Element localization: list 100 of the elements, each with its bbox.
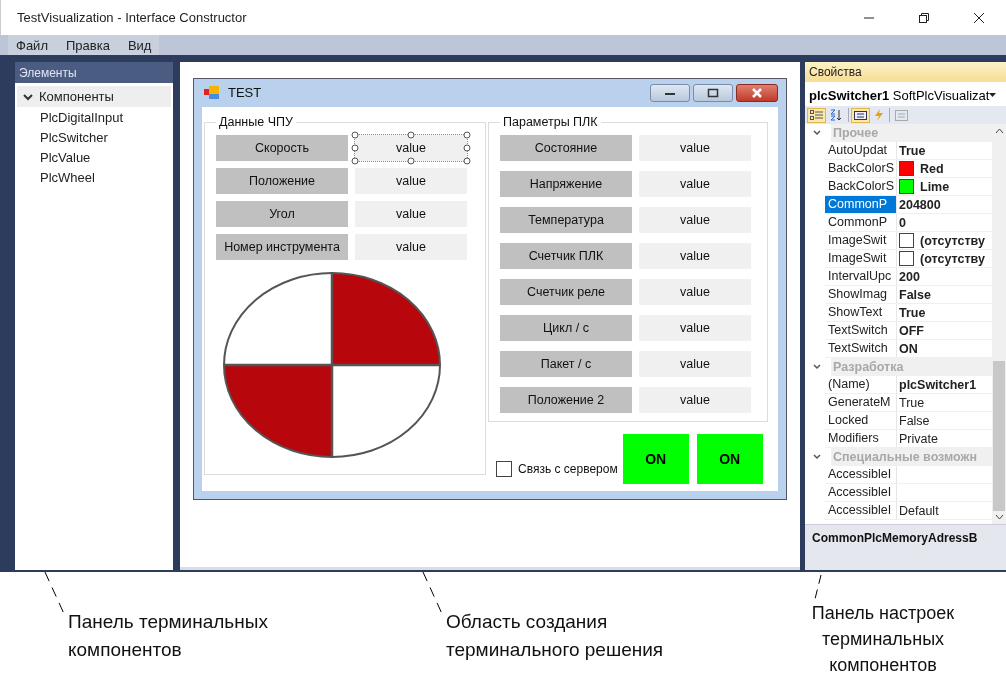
- annotation-text: Панель терминальных компонентов: [68, 610, 269, 662]
- property-name[interactable]: AccessibleI: [825, 466, 897, 483]
- parameter-label[interactable]: Пакет / с: [500, 351, 632, 377]
- close-icon[interactable]: [972, 11, 985, 24]
- parameter-label[interactable]: Напряжение: [500, 171, 632, 197]
- property-name[interactable]: ShowImag: [825, 286, 897, 303]
- restore-icon[interactable]: [917, 11, 930, 24]
- property-name[interactable]: CommonP: [825, 214, 897, 231]
- category-title: Разработка: [831, 358, 992, 376]
- parameter-label[interactable]: Счетчик ПЛК: [500, 243, 632, 269]
- value-field[interactable]: value: [639, 279, 751, 305]
- value-field[interactable]: value: [355, 234, 467, 260]
- parameter-label[interactable]: Состояние: [500, 135, 632, 161]
- property-value[interactable]: Red: [920, 161, 944, 176]
- property-value[interactable]: False: [899, 287, 931, 302]
- value-field[interactable]: value: [639, 171, 751, 197]
- property-value[interactable]: Private: [899, 431, 938, 446]
- property-value[interactable]: True: [899, 395, 925, 410]
- property-value[interactable]: False: [899, 413, 930, 428]
- form-title: TEST: [228, 85, 262, 100]
- property-name[interactable]: GenerateM: [825, 394, 897, 411]
- resize-handle[interactable]: [407, 157, 415, 165]
- menu-item[interactable]: Правка: [65, 37, 110, 53]
- parameter-label[interactable]: Угол: [216, 201, 348, 227]
- property-name[interactable]: Modifiers: [825, 430, 897, 447]
- panel-title: Свойства: [805, 62, 1006, 82]
- categorized-icon[interactable]: [808, 108, 825, 122]
- group-title: Параметры ПЛК: [502, 115, 599, 129]
- switch-button[interactable]: ON: [622, 434, 689, 484]
- property-name[interactable]: AutoUpdat: [825, 142, 897, 159]
- property-name[interactable]: BackColorS: [825, 178, 897, 195]
- chevron-down-icon[interactable]: [813, 130, 821, 136]
- value-field[interactable]: value: [639, 315, 751, 341]
- tree-item[interactable]: PlcValue: [15, 148, 173, 167]
- property-value[interactable]: 0: [899, 215, 906, 230]
- tree-item[interactable]: PlcWheel: [15, 168, 173, 187]
- property-value[interactable]: (отсутству: [920, 251, 985, 266]
- minimize-button[interactable]: [650, 83, 690, 102]
- property-name[interactable]: ImageSwit: [825, 232, 897, 249]
- parameter-label[interactable]: Счетчик реле: [500, 279, 632, 305]
- group-title: Данные ЧПУ: [218, 115, 294, 129]
- value-field[interactable]: value: [639, 387, 751, 413]
- parameter-label[interactable]: Положение 2: [500, 387, 632, 413]
- value-field[interactable]: value: [639, 351, 751, 377]
- chevron-down-icon[interactable]: [23, 91, 33, 102]
- property-list-icon[interactable]: [852, 108, 869, 122]
- value-field[interactable]: value: [355, 168, 467, 194]
- property-value[interactable]: True: [899, 305, 926, 320]
- object-selector[interactable]: plcSwitcher1 SoftPlcVisualizat: [805, 84, 1006, 106]
- tree-item[interactable]: PlcDigitalInput: [15, 108, 173, 127]
- property-name[interactable]: (Name): [825, 376, 897, 393]
- property-value[interactable]: Lime: [920, 179, 950, 194]
- close-button[interactable]: [736, 83, 778, 102]
- property-name[interactable]: CommonP: [825, 196, 897, 213]
- value-field[interactable]: value: [639, 207, 751, 233]
- property-description: CommonPlcMemoryAdressB: [812, 531, 978, 545]
- property-name[interactable]: ShowText: [825, 304, 897, 321]
- parameter-label[interactable]: Цикл / с: [500, 315, 632, 341]
- chevron-down-icon[interactable]: [813, 454, 821, 460]
- maximize-button[interactable]: [693, 83, 733, 102]
- property-value[interactable]: 200: [899, 269, 920, 284]
- property-value[interactable]: True: [899, 143, 926, 158]
- value-field[interactable]: value: [639, 243, 751, 269]
- scrollbar[interactable]: [992, 124, 1006, 524]
- category-title: Специальные возможн: [831, 448, 992, 466]
- checkbox-label: Связь с сервером: [518, 462, 618, 476]
- property-name[interactable]: AccessibleI: [825, 502, 897, 519]
- property-name[interactable]: TextSwitch: [825, 322, 897, 339]
- property-name[interactable]: AccessibleI: [825, 484, 897, 501]
- menu-item[interactable]: Вид: [127, 37, 152, 53]
- switch-button[interactable]: ON: [696, 434, 763, 484]
- tree-item[interactable]: PlcSwitcher: [15, 128, 173, 147]
- tree-item[interactable]: Компоненты: [17, 86, 171, 107]
- property-name[interactable]: TextSwitch: [825, 340, 897, 357]
- parameter-label[interactable]: Номер инструмента: [216, 234, 348, 260]
- scroll-up-icon[interactable]: [994, 128, 1004, 134]
- property-value[interactable]: ON: [899, 341, 918, 356]
- annotation-text: Область создания терминального решения: [446, 610, 665, 662]
- property-value[interactable]: OFF: [899, 323, 924, 338]
- value-field[interactable]: value: [355, 201, 467, 227]
- chevron-down-icon[interactable]: [813, 364, 821, 370]
- property-name[interactable]: ImageSwit: [825, 250, 897, 267]
- parameter-label[interactable]: Температура: [500, 207, 632, 233]
- category-title: Прочее: [831, 124, 992, 142]
- parameter-label[interactable]: Положение: [216, 168, 348, 194]
- resize-handle[interactable]: [407, 131, 415, 139]
- value-field[interactable]: value: [639, 135, 751, 161]
- property-value[interactable]: (отсутству: [920, 233, 985, 248]
- property-value[interactable]: 204800: [899, 197, 941, 212]
- property-value[interactable]: Default: [899, 503, 939, 518]
- property-name[interactable]: Locked: [825, 412, 897, 429]
- property-name[interactable]: BackColorS: [825, 160, 897, 177]
- scroll-down-icon[interactable]: [994, 514, 1004, 520]
- checkbox[interactable]: [496, 461, 512, 477]
- menu-item[interactable]: Файл: [16, 37, 48, 53]
- property-value[interactable]: plcSwitcher1: [899, 377, 977, 392]
- parameter-label[interactable]: Скорость: [216, 135, 348, 161]
- dropdown-icon[interactable]: [989, 92, 997, 98]
- property-name[interactable]: IntervalUpc: [825, 268, 897, 285]
- maximize-icon[interactable]: [707, 87, 719, 98]
